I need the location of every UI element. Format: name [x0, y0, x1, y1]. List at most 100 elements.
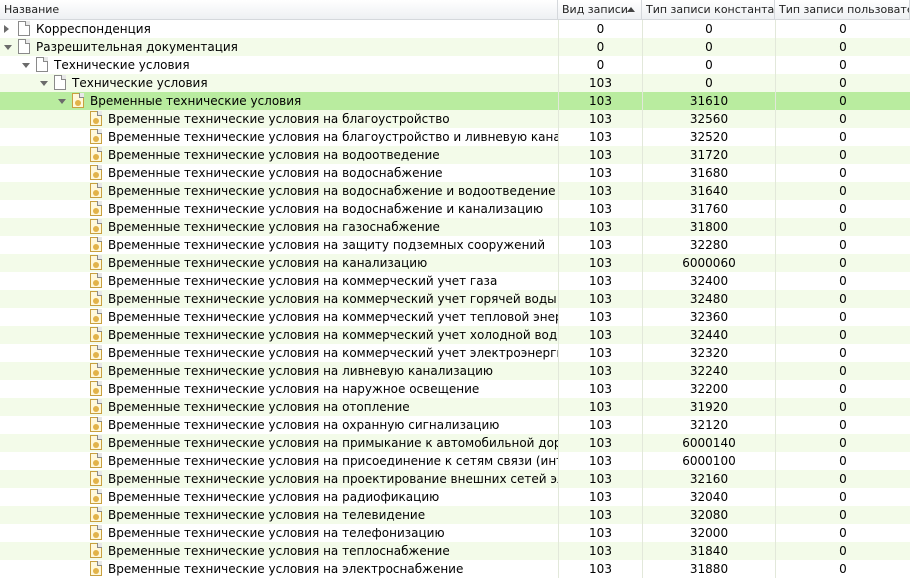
name-cell: Временные технические условия на благоус…	[0, 128, 558, 146]
type-user-cell: 0	[775, 20, 910, 38]
type-user-cell: 0	[775, 398, 910, 416]
type-user-cell: 0	[775, 380, 910, 398]
name-cell: Технические условия	[0, 74, 558, 92]
row-name: Разрешительная документация	[36, 40, 238, 54]
kind-cell: 0	[558, 20, 642, 38]
tree-row[interactable]: Временные технические условия на коммерч…	[0, 290, 910, 308]
column-header-type-const[interactable]: Тип записи константа	[642, 0, 775, 20]
type-user-cell: 0	[775, 92, 910, 110]
tree-row[interactable]: Временные технические условия на охранну…	[0, 416, 910, 434]
tree-row[interactable]: Временные технические условия на водосна…	[0, 182, 910, 200]
tree-row[interactable]: Временные технические условия на водосна…	[0, 200, 910, 218]
collapse-arrow-icon[interactable]	[40, 81, 48, 86]
type-user-cell: 0	[775, 164, 910, 182]
type-const-cell: 32120	[642, 416, 775, 434]
name-cell: Временные технические условия на теплосн…	[0, 542, 558, 560]
type-const-cell: 32360	[642, 308, 775, 326]
tree-row[interactable]: Технические условия 0 0 0	[0, 56, 910, 74]
tree-row[interactable]: Временные технические условия на защиту …	[0, 236, 910, 254]
tree-row[interactable]: Временные технические условия на коммерч…	[0, 308, 910, 326]
type-const-cell: 31760	[642, 200, 775, 218]
name-cell: Временные технические условия на телефон…	[0, 524, 558, 542]
tree-row[interactable]: Разрешительная документация 0 0 0	[0, 38, 910, 56]
tree-row[interactable]: Временные технические условия на водоотв…	[0, 146, 910, 164]
type-user-cell: 0	[775, 236, 910, 254]
type-const-cell: 0	[642, 74, 775, 92]
tree-row[interactable]: Временные технические условия на телефон…	[0, 524, 910, 542]
tree-row[interactable]: Временные технические условия на наружно…	[0, 380, 910, 398]
kind-cell: 103	[558, 362, 642, 380]
type-const-cell: 31840	[642, 542, 775, 560]
document-icon	[18, 21, 30, 36]
type-const-cell: 31800	[642, 218, 775, 236]
row-name: Технические условия	[54, 58, 190, 72]
certificate-icon	[90, 381, 102, 396]
type-const-cell: 32440	[642, 326, 775, 344]
kind-cell: 103	[558, 74, 642, 92]
kind-cell: 103	[558, 326, 642, 344]
expand-arrow-icon[interactable]	[4, 25, 9, 33]
name-cell: Временные технические условия на водоотв…	[0, 146, 558, 164]
certificate-icon	[90, 417, 102, 432]
tree-row[interactable]: Временные технические условия на ливневу…	[0, 362, 910, 380]
tree-grid: Название Вид записи Тип записи константа…	[0, 0, 910, 580]
name-cell: Временные технические условия на благоус…	[0, 110, 558, 128]
kind-cell: 103	[558, 128, 642, 146]
tree-row[interactable]: Временные технические условия на отоплен…	[0, 398, 910, 416]
name-cell: Временные технические условия на коммерч…	[0, 308, 558, 326]
certificate-icon	[90, 327, 102, 342]
name-cell: Временные технические условия на коммерч…	[0, 326, 558, 344]
document-icon	[36, 57, 48, 72]
name-cell: Временные технические условия на телевид…	[0, 506, 558, 524]
type-user-cell: 0	[775, 470, 910, 488]
type-user-cell: 0	[775, 542, 910, 560]
name-cell: Временные технические условия на защиту …	[0, 236, 558, 254]
type-user-cell: 0	[775, 434, 910, 452]
column-header-name[interactable]: Название	[0, 0, 558, 20]
tree-row[interactable]: Временные технические условия на газосна…	[0, 218, 910, 236]
tree-row[interactable]: Временные технические условия на радиофи…	[0, 488, 910, 506]
type-user-cell: 0	[775, 524, 910, 542]
name-cell: Временные технические условия на отоплен…	[0, 398, 558, 416]
certificate-icon	[90, 111, 102, 126]
type-user-cell: 0	[775, 74, 910, 92]
tree-row[interactable]: Временные технические условия на коммерч…	[0, 326, 910, 344]
tree-row[interactable]: Временные технические условия 103 31610 0	[0, 92, 910, 110]
tree-row[interactable]: Временные технические условия на электро…	[0, 560, 910, 578]
row-name: Временные технические условия на коммерч…	[108, 328, 558, 342]
column-header-kind[interactable]: Вид записи	[558, 0, 642, 20]
name-cell: Временные технические условия на газосна…	[0, 218, 558, 236]
tree-row[interactable]: Временные технические условия на присоед…	[0, 452, 910, 470]
collapse-arrow-icon[interactable]	[4, 45, 12, 50]
tree-row[interactable]: Временные технические условия на благоус…	[0, 110, 910, 128]
row-name: Временные технические условия на теплосн…	[108, 544, 450, 558]
tree-row[interactable]: Временные технические условия на коммерч…	[0, 272, 910, 290]
tree-row[interactable]: Временные технические условия на теплосн…	[0, 542, 910, 560]
tree-row[interactable]: Технические условия 103 0 0	[0, 74, 910, 92]
tree-row[interactable]: Временные технические условия на коммерч…	[0, 344, 910, 362]
document-icon	[18, 39, 30, 54]
collapse-arrow-icon[interactable]	[58, 99, 66, 104]
row-name: Временные технические условия на ливневу…	[108, 364, 494, 378]
tree-row[interactable]: Временные технические условия на благоус…	[0, 128, 910, 146]
name-cell: Временные технические условия на коммерч…	[0, 344, 558, 362]
row-name: Временные технические условия на водосна…	[108, 184, 556, 198]
tree-row[interactable]: Временные технические условия на канализ…	[0, 254, 910, 272]
collapse-arrow-icon[interactable]	[22, 63, 30, 68]
tree-row[interactable]: Корреспонденция 0 0 0	[0, 20, 910, 38]
tree-row[interactable]: Временные технические условия на телевид…	[0, 506, 910, 524]
type-const-cell: 32560	[642, 110, 775, 128]
type-const-cell: 32040	[642, 488, 775, 506]
name-cell: Временные технические условия на ливневу…	[0, 362, 558, 380]
tree-row[interactable]: Временные технические условия на водосна…	[0, 164, 910, 182]
document-icon	[54, 75, 66, 90]
row-name: Временные технические условия на коммерч…	[108, 310, 558, 324]
tree-row[interactable]: Временные технические условия на проекти…	[0, 470, 910, 488]
tree-row[interactable]: Временные технические условия на примыка…	[0, 434, 910, 452]
row-name: Временные технические условия на коммерч…	[108, 274, 498, 288]
column-header-type-user[interactable]: Тип записи пользователя	[775, 0, 910, 20]
row-name: Корреспонденция	[36, 22, 151, 36]
kind-cell: 103	[558, 290, 642, 308]
name-cell: Временные технические условия на примыка…	[0, 434, 558, 452]
type-const-cell: 6000060	[642, 254, 775, 272]
